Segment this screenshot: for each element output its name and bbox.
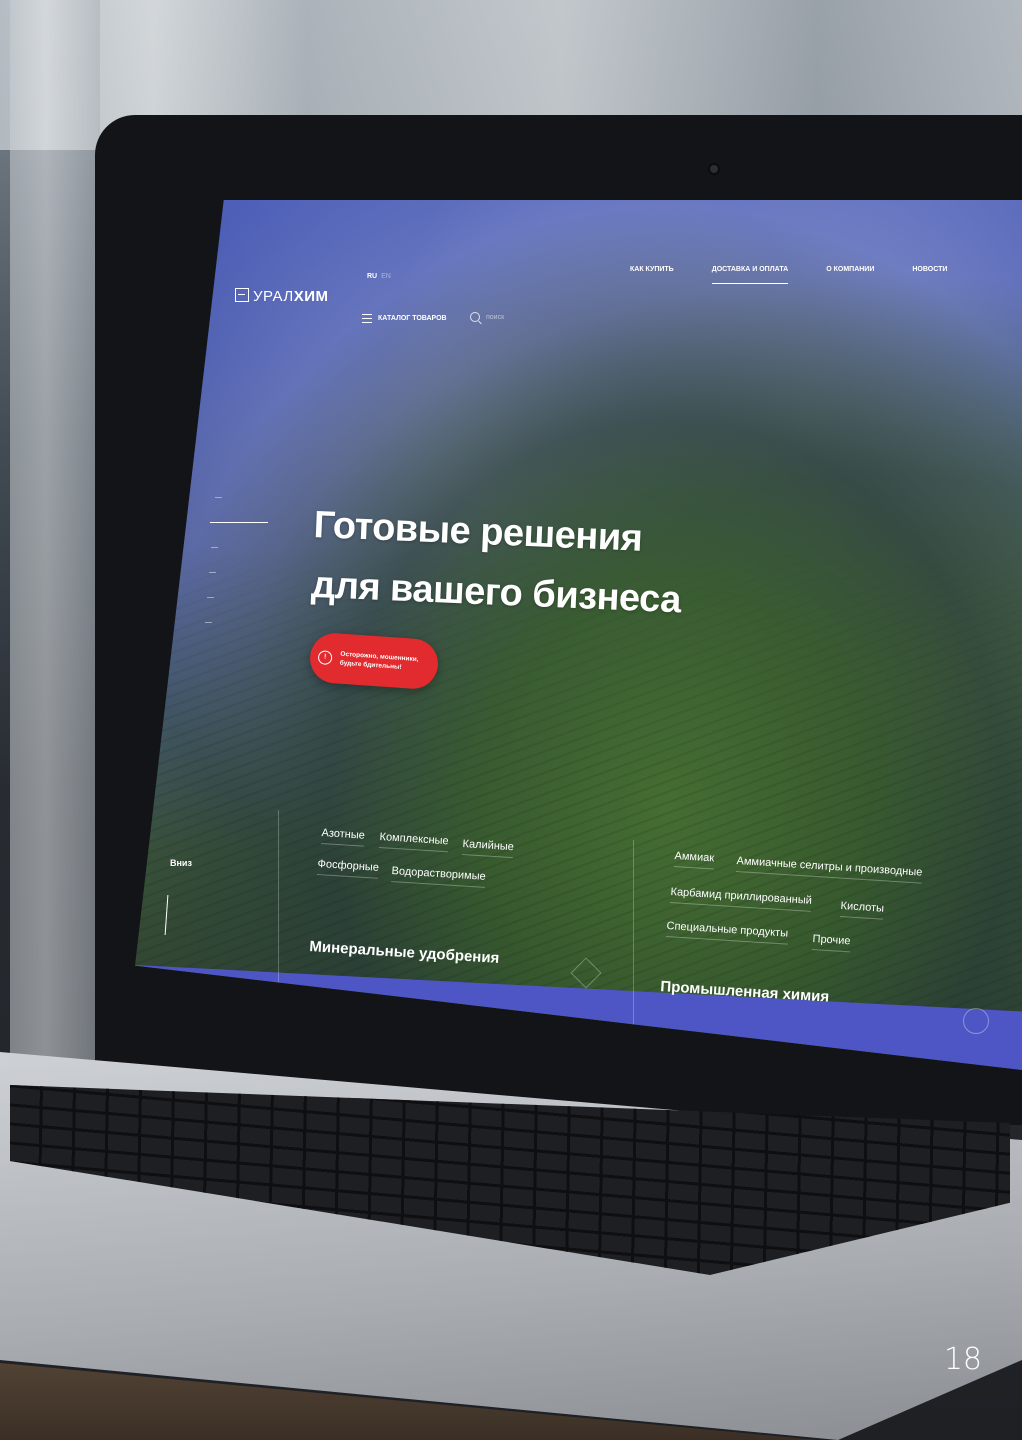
warning-text: Осторожно, мошенники, будьте бдительны! — [339, 650, 419, 673]
site-logo[interactable]: УРАЛХИМ — [235, 288, 329, 305]
language-switcher[interactable]: RU EN — [367, 273, 391, 280]
catalog-label: КАТАЛОГ ТОВАРОВ — [378, 315, 447, 322]
nav-delivery-payment[interactable]: ДОСТАВКА И ОПЛАТА — [711, 266, 789, 284]
logo-text-bold: ХИМ — [293, 288, 329, 305]
logo-text-light: УРАЛ — [253, 288, 294, 305]
slider-indicator[interactable] — [207, 597, 214, 598]
fraud-warning-button[interactable]: ! Осторожно, мошенники, будьте бдительны… — [308, 631, 440, 691]
main-nav: КАК КУПИТЬ ДОСТАВКА И ОПЛАТА О КОМПАНИИ … — [630, 266, 985, 284]
section-divider — [633, 840, 634, 1025]
webcam-icon — [710, 165, 718, 173]
tag-nitrogen[interactable]: Азотные — [320, 827, 366, 847]
terrace-texture — [135, 200, 1022, 1070]
hero-title: Готовые решения для вашего бизнеса — [310, 495, 685, 630]
tag-other[interactable]: Прочие — [811, 933, 851, 953]
search-icon — [470, 312, 480, 322]
warning-icon: ! — [317, 650, 333, 666]
search-placeholder: поиск — [486, 313, 505, 321]
laptop-screen: УРАЛХИМ RU EN КАК КУПИТЬ ДОСТАВКА И ОПЛАТ… — [135, 200, 1022, 1070]
page-number: 18 — [943, 1342, 982, 1377]
lang-en[interactable]: EN — [381, 273, 391, 280]
slider-indicator[interactable] — [215, 497, 222, 498]
slider-indicator[interactable] — [211, 547, 218, 548]
scroll-down-label[interactable]: Вниз — [170, 858, 192, 868]
tag-ammonia[interactable]: Аммиак — [673, 850, 715, 870]
catalog-button[interactable]: КАТАЛОГ ТОВАРОВ — [362, 314, 447, 323]
lang-ru[interactable]: RU — [367, 273, 377, 280]
nav-about[interactable]: О КОМПАНИИ — [826, 266, 874, 284]
slider-indicator[interactable] — [205, 622, 212, 623]
nav-news[interactable]: НОВОСТИ — [912, 266, 947, 284]
slider-indicator-active[interactable] — [210, 522, 268, 523]
section-divider — [278, 810, 279, 1000]
slider-indicator[interactable] — [209, 572, 216, 573]
menu-icon — [362, 314, 372, 323]
atom-icon — [963, 1008, 989, 1034]
search-input[interactable]: поиск — [470, 312, 504, 322]
nav-how-to-buy[interactable]: КАК КУПИТЬ — [630, 266, 674, 284]
tag-potash[interactable]: Калийные — [461, 838, 515, 859]
logo-icon — [235, 288, 249, 302]
window-frame — [10, 0, 100, 1080]
tag-acids[interactable]: Кислоты — [839, 900, 885, 920]
warning-line-2: будьте бдительны! — [339, 659, 402, 671]
